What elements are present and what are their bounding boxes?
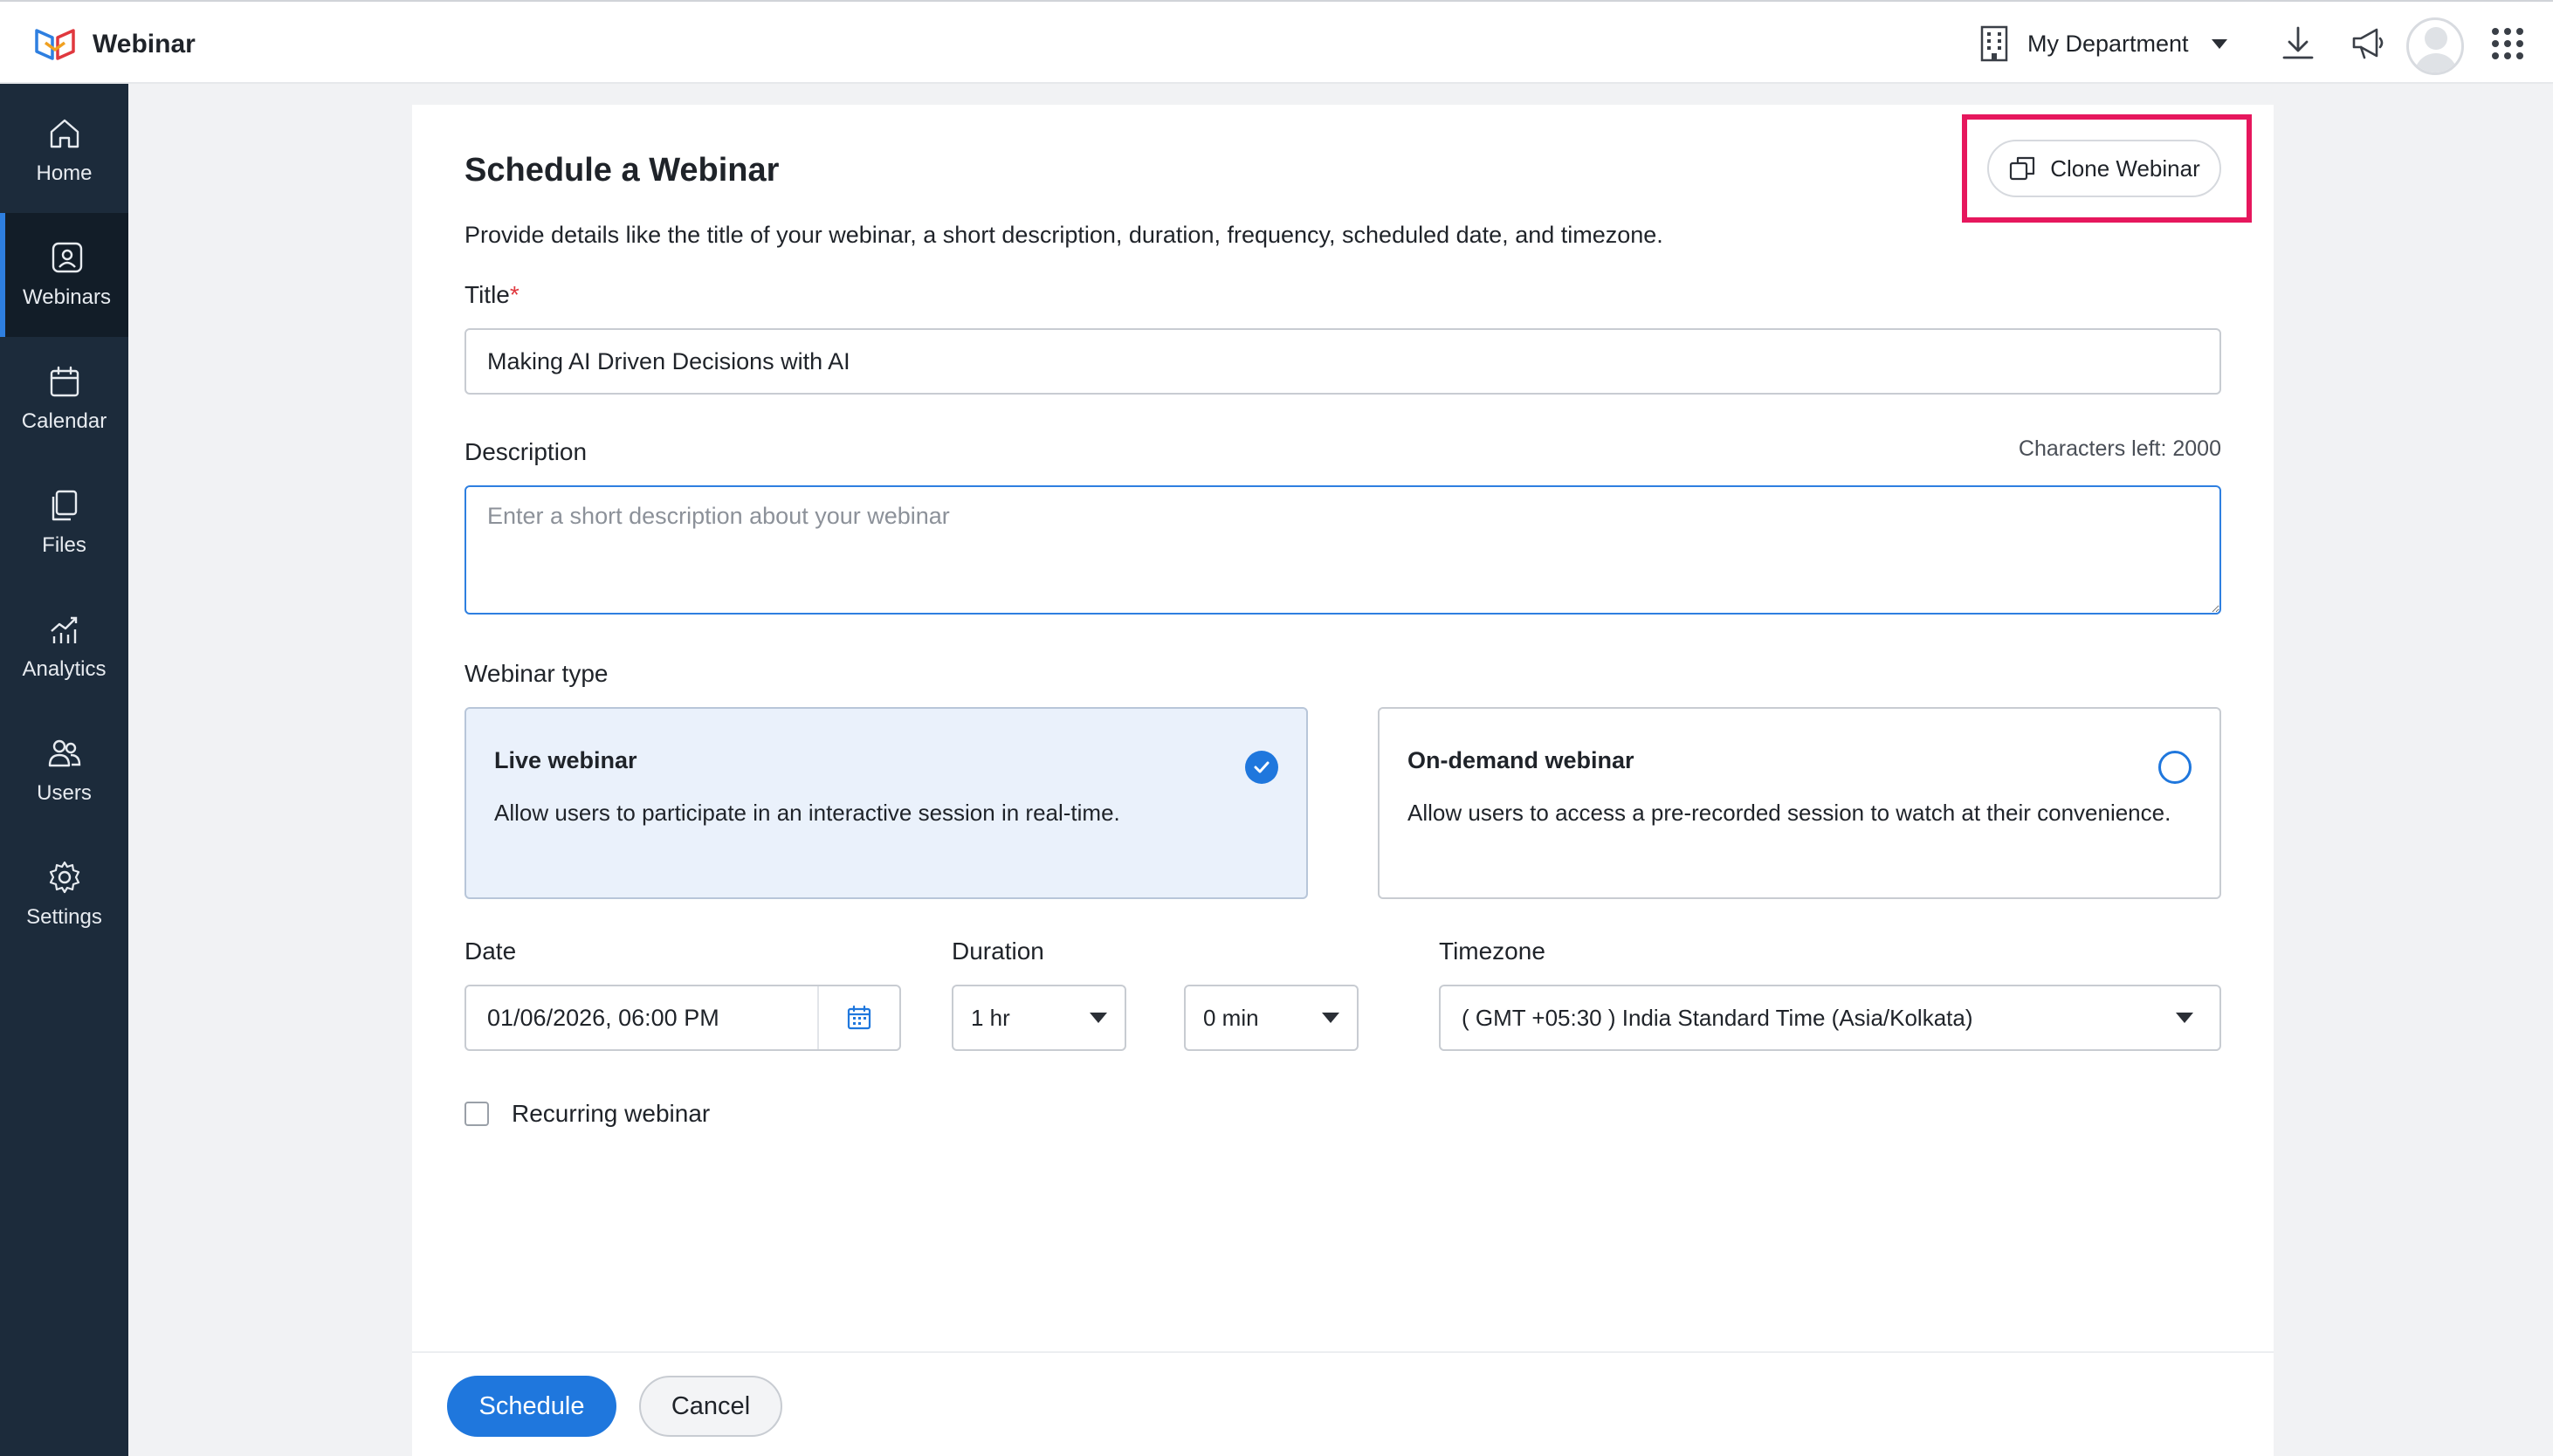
megaphone-icon[interactable] — [2347, 23, 2389, 65]
sidebar-item-label: Home — [36, 161, 93, 185]
sidebar-item-label: Files — [42, 533, 86, 557]
title-label: Title* — [464, 281, 520, 309]
department-selector[interactable]: My Department — [1977, 21, 2227, 66]
top-bar: Webinar My Department — [0, 0, 2553, 84]
analytics-icon — [50, 616, 77, 643]
sidebar: Home Webinars Calendar Files Analytics U… — [0, 84, 128, 1456]
files-icon — [52, 490, 77, 521]
option-title: Live webinar — [494, 747, 637, 773]
department-label: My Department — [2027, 30, 2189, 57]
page-description: Provide details like the title of your w… — [464, 222, 1663, 248]
settings-icon — [49, 861, 79, 894]
sidebar-item-users[interactable]: Users — [0, 709, 128, 833]
page-title: Schedule a Webinar — [464, 152, 780, 189]
apps-grid-icon[interactable] — [2487, 23, 2529, 65]
date-value: 01/06/2026, 06:00 PM — [487, 1004, 719, 1031]
schedule-button[interactable]: Schedule — [447, 1376, 616, 1437]
sidebar-item-calendar[interactable]: Calendar — [0, 337, 128, 461]
webinar-logo-icon — [35, 29, 75, 60]
radio-icon — [2158, 751, 2192, 784]
characters-left: Characters left: 2000 — [2018, 436, 2221, 461]
avatar[interactable] — [2406, 17, 2464, 75]
recurring-webinar-label[interactable]: Recurring webinar — [512, 1100, 710, 1128]
timezone-label: Timezone — [1439, 937, 1545, 965]
duration-hours-value: 1 hr — [971, 1004, 1010, 1031]
sidebar-item-analytics[interactable]: Analytics — [0, 585, 128, 709]
download-icon[interactable] — [2277, 23, 2319, 65]
building-icon — [1980, 25, 2008, 62]
form-footer: Schedule Cancel — [412, 1351, 2274, 1456]
webinar-type-label: Webinar type — [464, 660, 609, 687]
sidebar-item-label: Analytics — [22, 657, 107, 681]
option-title: On-demand webinar — [1407, 747, 1634, 773]
schedule-webinar-form: Schedule a Webinar Provide details like … — [412, 105, 2274, 1456]
users-icon — [48, 739, 80, 767]
sidebar-item-files[interactable]: Files — [0, 461, 128, 585]
calendar-picker-icon[interactable] — [819, 986, 899, 1049]
home-icon — [50, 119, 79, 148]
chevron-down-icon — [2211, 38, 2227, 49]
timezone-value: ( GMT +05:30 ) India Standard Time (Asia… — [1462, 1004, 1973, 1031]
sidebar-item-home[interactable]: Home — [0, 89, 128, 213]
chevron-down-icon — [1090, 1013, 1107, 1023]
option-description: Allow users to access a pre-recorded ses… — [1407, 800, 2171, 826]
calendar-icon — [50, 366, 79, 397]
title-label-text: Title — [464, 281, 510, 308]
required-mark: * — [509, 281, 520, 308]
clone-webinar-button[interactable]: Clone Webinar — [1987, 140, 2221, 197]
date-field[interactable]: 01/06/2026, 06:00 PM — [464, 985, 901, 1051]
duration-label: Duration — [952, 937, 1044, 965]
clone-icon — [2010, 156, 2035, 181]
sidebar-item-label: Users — [37, 781, 92, 805]
chevron-down-icon — [1322, 1013, 1339, 1023]
duration-minutes-value: 0 min — [1203, 1004, 1259, 1031]
sidebar-item-label: Webinars — [23, 285, 111, 309]
sidebar-item-webinars[interactable]: Webinars — [0, 213, 128, 337]
description-label: Description — [464, 438, 588, 465]
on-demand-webinar-option[interactable]: On-demand webinar Allow users to access … — [1378, 707, 2221, 899]
clone-webinar-label: Clone Webinar — [2050, 155, 2200, 182]
sidebar-item-label: Calendar — [21, 409, 107, 433]
date-label: Date — [464, 937, 517, 965]
chevron-down-icon — [2176, 1013, 2193, 1023]
app-name: Webinar — [93, 30, 196, 58]
duration-hours-select[interactable]: 1 hr — [952, 985, 1126, 1051]
timezone-select[interactable]: ( GMT +05:30 ) India Standard Time (Asia… — [1439, 985, 2221, 1051]
description-input[interactable] — [464, 485, 2221, 615]
option-description: Allow users to participate in an interac… — [494, 800, 1120, 826]
recurring-webinar-checkbox[interactable] — [464, 1102, 489, 1126]
title-input[interactable] — [464, 328, 2221, 395]
brand[interactable]: Webinar — [33, 21, 196, 68]
cancel-button[interactable]: Cancel — [639, 1376, 782, 1437]
live-webinar-option[interactable]: Live webinar Allow users to participate … — [464, 707, 1308, 899]
checkmark-icon — [1245, 751, 1278, 784]
duration-minutes-select[interactable]: 0 min — [1184, 985, 1359, 1051]
webinar-icon — [52, 242, 82, 273]
sidebar-item-label: Settings — [26, 905, 102, 929]
sidebar-item-settings[interactable]: Settings — [0, 833, 128, 957]
